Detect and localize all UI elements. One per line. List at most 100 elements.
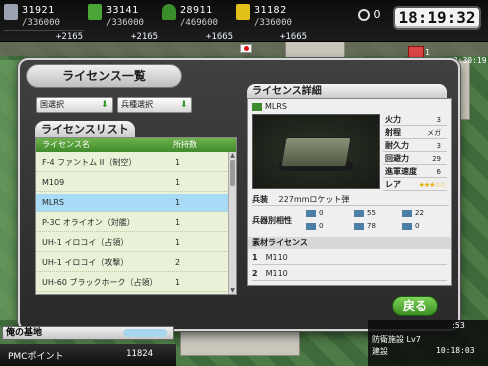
scroll-up-icon[interactable]: ▲ (229, 152, 236, 159)
license-row[interactable]: UH-1 イロコイ（攻撃） 2 (36, 254, 229, 272)
compat-value: 0 (415, 222, 420, 230)
license-count: 1 (175, 238, 181, 247)
country-select-label: 国選択 (40, 100, 64, 109)
license-name: F-4 ファントム II（制空） (42, 158, 137, 167)
license-list-columns: ライセンス名 所持数 (36, 138, 236, 152)
compat-item: 0 (306, 209, 323, 217)
material-row: 1 M110 (252, 251, 447, 265)
ammo-income: +2165 (131, 32, 159, 42)
branch-select-label: 兵種選択 (121, 100, 153, 109)
aircraft-icon (306, 209, 316, 217)
stat-row: 火力 3 (383, 114, 447, 126)
license-name: MLRS (42, 198, 64, 207)
branch-select[interactable]: 兵種選択 ⬇ (117, 97, 192, 113)
weapon-value: 227mmロケット弾 (278, 195, 350, 204)
license-list-title: ライセンスリスト (35, 121, 135, 138)
compat-value: 55 (367, 209, 376, 217)
helicopter-icon (306, 222, 316, 230)
material-index: 2 (252, 269, 258, 278)
ticket-counter[interactable]: 0 (358, 8, 381, 21)
ticket-icon (358, 9, 370, 21)
license-row[interactable]: P-3C オライオン（対艦） 1 (36, 214, 229, 232)
bauxite-income: +1665 (280, 32, 308, 42)
down-arrow-icon: ⬇ (180, 100, 188, 110)
weapon-label: 兵装 (252, 195, 268, 204)
back-button[interactable]: 戻る (392, 296, 438, 316)
pmc-value: 11824 (126, 349, 154, 359)
facility-top-timer: :53 (452, 321, 465, 330)
license-name: P-3C オライオン（対艦） (42, 218, 135, 227)
stat-value: メガ (427, 129, 441, 137)
tank-icon (354, 209, 364, 217)
steel-income: +1665 (206, 32, 234, 42)
stat-label: 耐久力 (385, 141, 409, 150)
ticket-count: 0 (373, 8, 381, 21)
japan-flag-icon[interactable] (240, 44, 252, 53)
license-count: 1 (175, 278, 181, 287)
stat-value: 29 (432, 155, 441, 163)
stat-row: 回避力 29 (383, 153, 447, 165)
bauxite-income-wrap: +1665 (276, 2, 316, 42)
compat-value: 78 (367, 222, 376, 230)
license-row[interactable]: UH-60 ブラックホーク（占領） 1 (36, 274, 229, 292)
license-name: UH-60 ブラックホーク（占領） (42, 278, 158, 287)
license-row[interactable]: F-4 ファントム II（制空） 1 (36, 154, 229, 172)
stat-label: 射程 (385, 128, 401, 137)
country-select[interactable]: 国選択 ⬇ (36, 97, 113, 113)
compat-value: 0 (319, 209, 324, 217)
compat-item: 0 (306, 222, 323, 230)
game-screen: 31921 /336000 33141 /336000 28911 /46960… (0, 0, 488, 366)
my-base-bar[interactable]: 俺の基地 (2, 326, 174, 340)
pmc-points-bar: PMCポイント 11824 (0, 344, 176, 366)
resource-bar: 31921 /336000 33141 /336000 28911 /46960… (0, 0, 488, 42)
stat-label: 回避力 (385, 154, 409, 163)
stat-label: レア (385, 180, 401, 189)
ammo-income-wrap: +2165 (127, 2, 167, 42)
unit-image (252, 114, 380, 189)
down-arrow-icon: ⬇ (101, 100, 109, 110)
compat-item: 22 (402, 209, 424, 217)
license-name: M109 (42, 178, 65, 187)
facility-name: 防衛施設 Lv7 (372, 335, 421, 344)
materials-title: 素材ライセンス (248, 237, 451, 249)
facility-time: 10:18:03 (436, 346, 475, 355)
rarity-stars-icon: ★★★☆☆ (418, 181, 446, 189)
pmc-label: PMCポイント (8, 352, 64, 362)
license-count: 2 (175, 258, 181, 267)
stat-value: 3 (436, 116, 441, 124)
mlrs-vehicle-icon (280, 137, 352, 167)
license-count: 1 (175, 198, 181, 207)
license-count: 1 (175, 218, 181, 227)
material-name: M110 (265, 253, 288, 262)
unit-name: MLRS (252, 101, 287, 113)
license-count: 1 (175, 178, 181, 187)
unit-type-icon (252, 102, 262, 111)
material-row: 2 M110 (252, 267, 447, 281)
material-name: M110 (265, 269, 288, 278)
fuel-icon (4, 4, 18, 20)
license-row[interactable]: UH-1 イロコイ（占領） 1 (36, 234, 229, 252)
window-title: ライセンス一覧 (26, 64, 182, 88)
stat-row: 進軍速度 6 (383, 166, 447, 178)
list-scrollbar[interactable]: ▲ ▼ (228, 152, 236, 294)
game-clock: 18:19:32 (393, 6, 481, 30)
compat-item: 78 (354, 222, 376, 230)
gift-count: 1 (425, 48, 431, 57)
steel-income-wrap: +1665 (202, 2, 242, 42)
scroll-thumb[interactable] (230, 160, 235, 186)
license-name: UH-1 イロコイ（占領） (42, 238, 129, 247)
column-license-name: ライセンス名 (42, 140, 90, 149)
license-name: UH-1 イロコイ（攻撃） (42, 258, 129, 267)
compatibility-section: 兵器別相性 0 55 22 0 78 0 (252, 207, 449, 235)
license-row[interactable]: MLRS 1 (36, 194, 229, 212)
license-row[interactable]: M109 1 (36, 174, 229, 192)
background-building (285, 40, 345, 58)
compat-value: 0 (319, 222, 324, 230)
stat-value: 3 (436, 142, 441, 150)
scroll-down-icon[interactable]: ▼ (229, 287, 236, 294)
compat-item: 0 (402, 222, 419, 230)
fuel-income-wrap: +2165 (52, 2, 92, 42)
submarine-icon (402, 222, 412, 230)
license-count: 1 (175, 158, 181, 167)
my-base-label: 俺の基地 (6, 328, 43, 338)
